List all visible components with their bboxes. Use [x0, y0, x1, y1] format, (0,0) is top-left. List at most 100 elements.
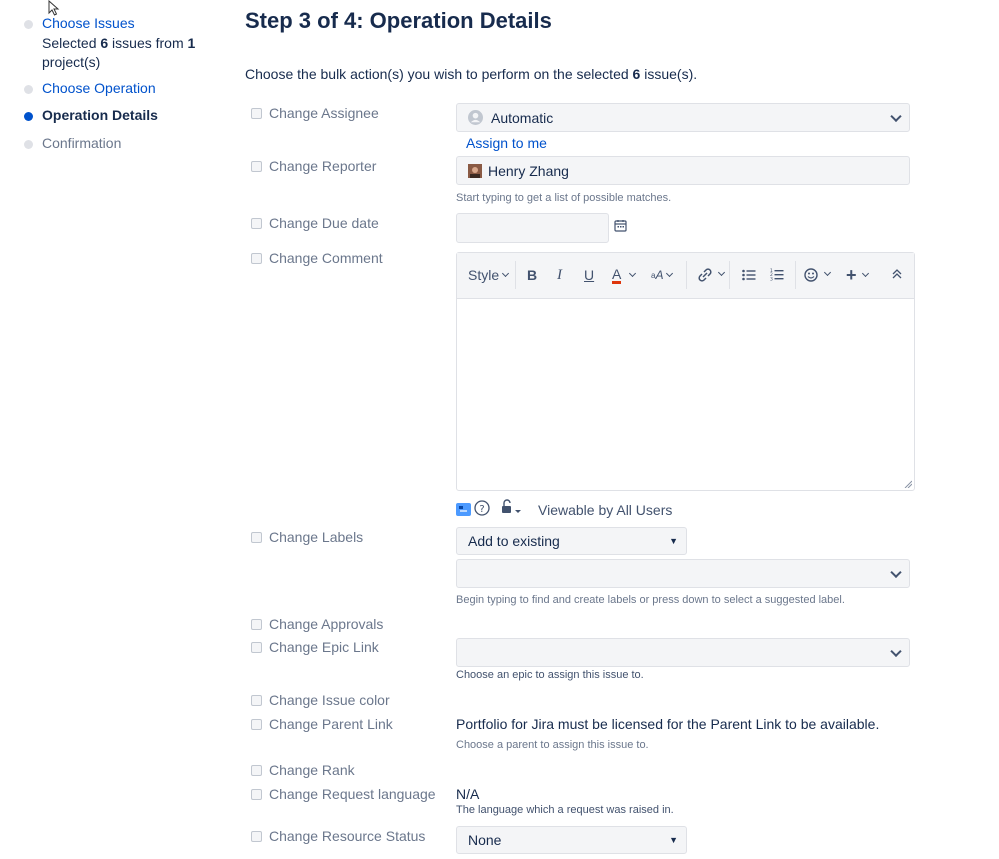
emoji-icon[interactable] — [804, 268, 818, 282]
assignee-label: Change Assignee — [269, 105, 379, 121]
step-dot — [24, 85, 33, 94]
bullet-list-icon[interactable] — [742, 269, 756, 281]
text-effects-icon[interactable]: aA — [651, 265, 674, 285]
issue-color-checkbox[interactable] — [251, 694, 262, 706]
toolbar-divider — [795, 261, 796, 289]
row-change-parent-link: Change Parent Link — [251, 715, 393, 733]
request-language-checkbox[interactable] — [251, 788, 262, 800]
selection-middle: issues from — [108, 35, 188, 51]
parent-link-checkbox[interactable] — [251, 718, 262, 730]
chevron-down-icon — [666, 269, 674, 278]
due-date-label: Change Due date — [269, 215, 379, 231]
step-dot-active — [24, 112, 33, 121]
epic-link-label: Change Epic Link — [269, 639, 379, 655]
epic-link-select[interactable] — [456, 638, 910, 667]
style-dropdown[interactable]: Style — [468, 265, 510, 285]
comment-editor[interactable]: Style B I U A aA 1 2 3 + — [456, 252, 915, 491]
row-change-labels: Change Labels — [251, 528, 363, 546]
italic-icon[interactable]: I — [557, 265, 562, 285]
due-date-input[interactable] — [456, 213, 609, 243]
assignee-checkbox[interactable] — [251, 107, 262, 119]
reporter-input[interactable]: Henry Zhang — [456, 156, 910, 185]
toolbar-divider — [515, 261, 516, 289]
svg-text:3: 3 — [770, 277, 773, 282]
epic-link-help: Choose an epic to assign this issue to. — [456, 669, 644, 681]
step-label[interactable]: Choose Issues — [42, 15, 135, 31]
selection-prefix: Selected — [42, 35, 101, 51]
reporter-checkbox[interactable] — [251, 160, 262, 172]
row-change-due-date: Change Due date — [251, 214, 379, 232]
intro-prefix: Choose the bulk action(s) you wish to pe… — [245, 66, 633, 82]
request-language-help: The language which a request was raised … — [456, 804, 674, 816]
row-change-request-language: Change Request language — [251, 785, 436, 803]
approvals-label: Change Approvals — [269, 616, 384, 632]
parent-link-label: Change Parent Link — [269, 716, 393, 732]
toolbar-divider — [729, 261, 730, 289]
selection-summary: Selected 6 issues from 1 project(s) — [42, 34, 212, 72]
lock-icon[interactable] — [500, 498, 522, 516]
row-change-comment: Change Comment — [251, 249, 383, 267]
rank-checkbox[interactable] — [251, 764, 262, 776]
chevron-down-icon — [890, 566, 902, 578]
bold-icon[interactable]: B — [527, 265, 537, 285]
due-date-checkbox[interactable] — [251, 217, 262, 229]
row-change-reporter: Change Reporter — [251, 157, 376, 175]
collapse-toolbar-icon[interactable] — [891, 268, 903, 280]
chevron-down-icon — [502, 269, 510, 278]
resource-status-value: None — [468, 832, 502, 848]
selection-projects: 1 — [187, 35, 196, 51]
step-label: Operation Details — [42, 107, 158, 123]
visibility-label[interactable]: Viewable by All Users — [538, 502, 672, 518]
chevron-down-icon — [861, 269, 869, 278]
row-change-approvals: Change Approvals — [251, 615, 383, 633]
selection-suffix: project(s) — [42, 54, 101, 70]
user-avatar-icon — [468, 110, 483, 125]
issue-color-label: Change Issue color — [269, 692, 390, 708]
style-label: Style — [468, 267, 500, 283]
chevron-down-icon — [823, 268, 832, 277]
help-icon[interactable]: ? — [474, 500, 490, 516]
assignee-value: Automatic — [491, 109, 554, 126]
step-dot — [24, 20, 33, 29]
reporter-help: Start typing to get a list of possible m… — [456, 192, 672, 204]
comment-label: Change Comment — [269, 250, 383, 266]
row-change-rank: Change Rank — [251, 761, 355, 779]
step-dot — [24, 140, 33, 149]
row-change-epic-link: Change Epic Link — [251, 638, 379, 656]
insert-plus-icon[interactable]: + — [846, 265, 869, 285]
resource-status-select[interactable]: None ▼ — [456, 826, 687, 854]
epic-link-checkbox[interactable] — [251, 641, 262, 653]
link-icon[interactable] — [697, 268, 713, 282]
step-label: Confirmation — [42, 135, 122, 151]
intro-suffix: issue(s). — [640, 66, 698, 82]
parent-link-message: Portfolio for Jira must be licensed for … — [456, 716, 880, 732]
resource-status-checkbox[interactable] — [251, 830, 262, 842]
calendar-icon[interactable] — [614, 219, 627, 232]
caret-down-icon: ▼ — [669, 536, 678, 546]
attachment-icon[interactable] — [456, 503, 471, 516]
text-color-icon[interactable]: A — [612, 265, 637, 285]
chevron-down-icon — [717, 268, 726, 277]
resize-grip-icon[interactable] — [904, 480, 912, 488]
labels-checkbox[interactable] — [251, 531, 262, 543]
user-avatar-icon — [468, 163, 482, 178]
row-change-assignee: Change Assignee — [251, 104, 379, 122]
rank-label: Change Rank — [269, 762, 355, 778]
reporter-label: Change Reporter — [269, 158, 377, 174]
request-language-value: N/A — [456, 786, 480, 802]
labels-help: Begin typing to find and create labels o… — [456, 594, 845, 606]
numbered-list-icon[interactable]: 1 2 3 — [770, 268, 784, 281]
labels-mode-select[interactable]: Add to existing ▼ — [456, 527, 687, 555]
labels-label: Change Labels — [269, 529, 364, 545]
labels-input[interactable] — [456, 559, 910, 588]
intro-text: Choose the bulk action(s) you wish to pe… — [245, 66, 697, 82]
assignee-select[interactable]: Automatic — [456, 103, 910, 132]
row-change-resource-status: Change Resource Status — [251, 827, 425, 845]
step-label[interactable]: Choose Operation — [42, 80, 156, 96]
comment-checkbox[interactable] — [251, 252, 262, 264]
approvals-checkbox[interactable] — [251, 618, 262, 630]
assign-to-me-link[interactable]: Assign to me — [466, 135, 547, 151]
underline-icon[interactable]: U — [584, 265, 594, 285]
cursor-icon — [48, 0, 60, 16]
row-change-issue-color: Change Issue color — [251, 691, 390, 709]
